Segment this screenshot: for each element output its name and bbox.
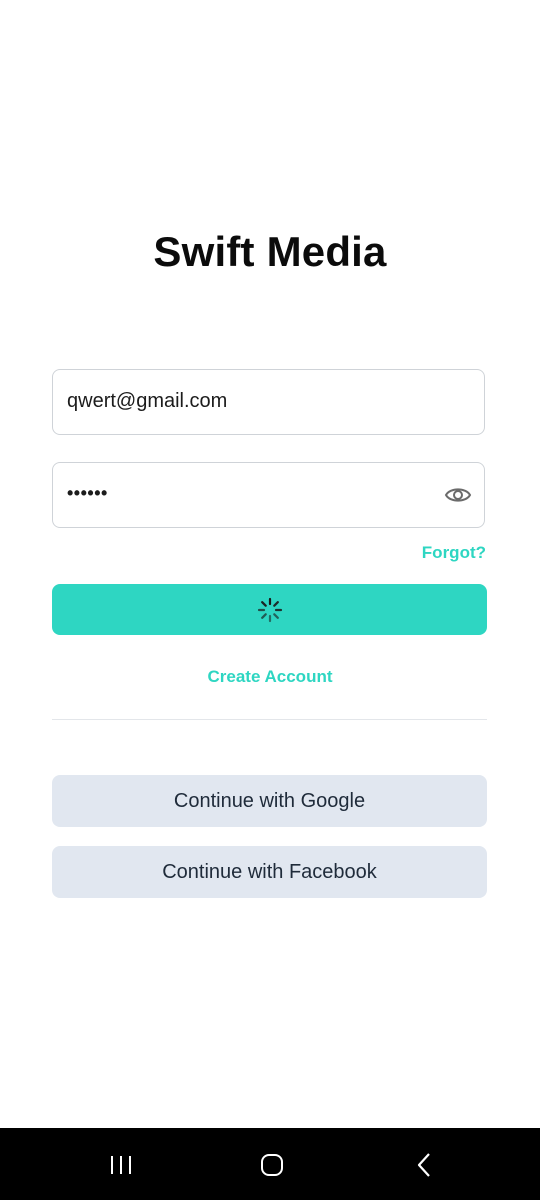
system-navigation-bar — [0, 1128, 540, 1200]
password-value: •••••• — [67, 483, 108, 503]
recent-apps-icon[interactable] — [108, 1152, 134, 1178]
loading-spinner-icon — [257, 597, 283, 623]
eye-icon[interactable] — [444, 482, 472, 508]
password-field[interactable]: •••••• — [52, 462, 485, 528]
forgot-password-link[interactable]: Forgot? — [422, 543, 486, 563]
home-icon[interactable] — [259, 1152, 285, 1178]
divider — [52, 719, 487, 720]
create-account-link[interactable]: Create Account — [207, 667, 332, 686]
login-screen: Swift Media qwert@gmail.com •••••• Forgo… — [0, 0, 540, 1200]
continue-with-facebook-button[interactable]: Continue with Facebook — [52, 846, 487, 898]
continue-with-google-button[interactable]: Continue with Google — [52, 775, 487, 827]
app-title: Swift Media — [153, 228, 387, 275]
email-field[interactable]: qwert@gmail.com — [52, 369, 485, 435]
create-account-row: Create Account — [0, 667, 540, 687]
email-value: qwert@gmail.com — [67, 390, 228, 412]
back-icon[interactable] — [412, 1152, 438, 1178]
